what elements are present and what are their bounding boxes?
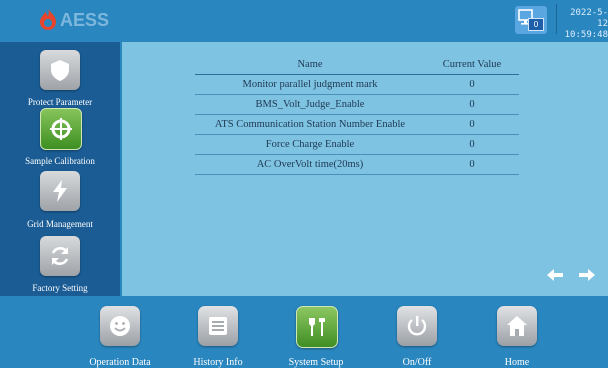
sidebar-item-protect-parameter[interactable]: Protect Parameter (0, 42, 120, 107)
parameter-name: BMS_Volt_Judge_Enable (195, 94, 425, 115)
sidebar-item-grid-management[interactable]: Grid Management (0, 169, 120, 229)
home-icon (507, 316, 527, 336)
history-info-button[interactable] (198, 306, 238, 346)
lightning-icon (53, 180, 67, 202)
nav-label: Operation Data (89, 357, 151, 368)
aess-logo: AESS (38, 8, 128, 32)
nav-label: Home (504, 357, 530, 368)
parameter-panel: Name Current Value Monitor parallel judg… (122, 42, 608, 296)
table-row[interactable]: AC OverVolt time(20ms) 0 (195, 154, 519, 175)
bottom-nav: Operation Data History Info System Setup (0, 300, 608, 368)
network-badge: 0 (528, 18, 544, 31)
table-header-row: Name Current Value (195, 54, 519, 75)
home-button[interactable] (497, 306, 537, 346)
power-icon (407, 316, 427, 336)
arrow-right-icon[interactable] (578, 268, 596, 282)
nav-label: System Setup (288, 357, 344, 368)
tools-icon (309, 318, 325, 336)
sidebar-item-label: Sample Calibration (25, 156, 95, 166)
nav-history-info[interactable]: History Info (178, 300, 258, 368)
refresh-icon (51, 247, 69, 265)
sidebar: Protect Parameter Sample Calibration Gri… (0, 42, 120, 296)
factory-setting-button[interactable] (40, 236, 80, 276)
table-row[interactable]: Force Charge Enable 0 (195, 134, 519, 155)
datetime-display: 2022-5-12 10:59:48 (560, 8, 608, 41)
parameter-name: ATS Communication Station Number Enable (195, 114, 425, 135)
top-bar: AESS 0 2022-5-12 10:59:48 (0, 0, 608, 41)
smiley-icon (110, 316, 130, 336)
parameter-value[interactable]: 0 (425, 74, 519, 95)
parameter-name: Monitor parallel judgment mark (195, 74, 425, 95)
system-setup-button[interactable] (296, 306, 338, 348)
nav-home[interactable]: Home (477, 300, 557, 368)
parameter-table: Name Current Value Monitor parallel judg… (195, 54, 519, 175)
nav-operation-data[interactable]: Operation Data (80, 300, 160, 368)
sample-calibration-button[interactable] (40, 108, 82, 150)
parameter-value[interactable]: 0 (425, 94, 519, 115)
sidebar-item-factory-setting[interactable]: Factory Setting (0, 234, 120, 294)
logo-text: AESS (60, 10, 110, 30)
parameter-value[interactable]: 0 (425, 134, 519, 155)
table-row[interactable]: Monitor parallel judgment mark 0 (195, 74, 519, 95)
operation-data-button[interactable] (100, 306, 140, 346)
document-icon (209, 317, 227, 335)
sidebar-item-label: Factory Setting (32, 283, 88, 293)
on-off-button[interactable] (397, 306, 437, 346)
nav-on-off[interactable]: On/Off (377, 300, 457, 368)
column-header-current-value: Current Value (425, 54, 519, 75)
grid-management-button[interactable] (40, 171, 80, 211)
crosshair-icon (50, 118, 72, 140)
sidebar-item-label: Grid Management (27, 219, 93, 229)
table-row[interactable]: ATS Communication Station Number Enable … (195, 114, 519, 135)
flame-logo-icon (40, 9, 56, 30)
nav-system-setup[interactable]: System Setup (276, 300, 356, 368)
column-header-name: Name (195, 54, 425, 75)
protect-parameter-button[interactable] (40, 50, 80, 90)
header-divider (556, 4, 557, 34)
nav-label: On/Off (402, 357, 432, 368)
sidebar-item-sample-calibration[interactable]: Sample Calibration (0, 106, 120, 166)
nav-label: History Info (193, 357, 243, 368)
parameter-value[interactable]: 0 (425, 114, 519, 135)
time-text: 10:59:48 (564, 30, 608, 40)
table-row[interactable]: BMS_Volt_Judge_Enable 0 (195, 94, 519, 115)
arrow-left-icon[interactable] (546, 268, 564, 282)
parameter-value[interactable]: 0 (425, 154, 519, 175)
parameter-name: AC OverVolt time(20ms) (195, 154, 425, 175)
shield-icon (51, 60, 69, 81)
date-text: 2022-5-12 (570, 8, 608, 29)
parameter-name: Force Charge Enable (195, 134, 425, 155)
network-status-icon[interactable]: 0 (515, 6, 547, 34)
